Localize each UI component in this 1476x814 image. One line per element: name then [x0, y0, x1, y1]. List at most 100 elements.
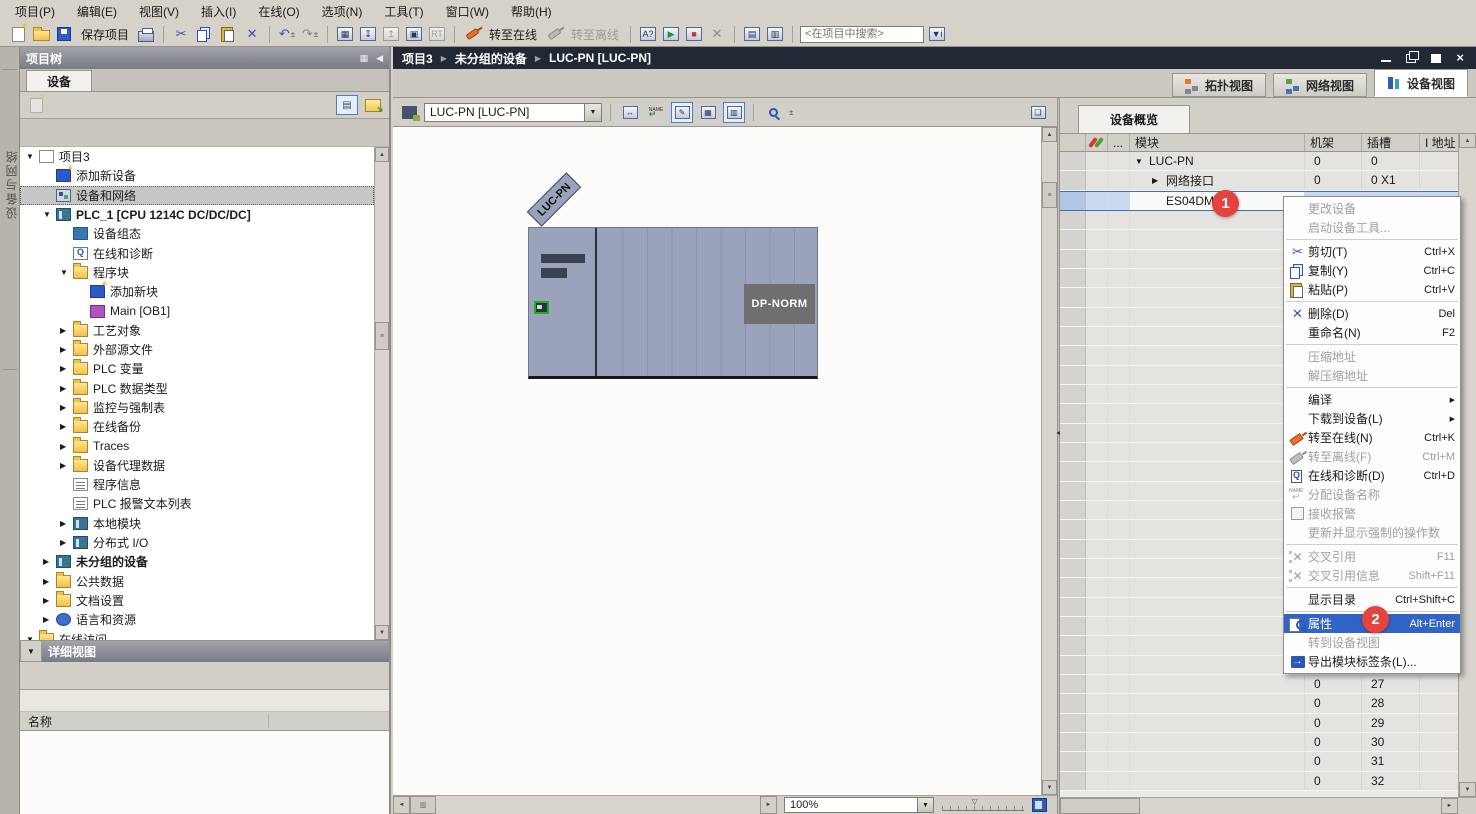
chevron-down-icon[interactable]: ▼ [20, 640, 42, 662]
device-selector[interactable]: LUC-PN [LUC-PN] ▼ [424, 103, 602, 122]
tab-device-overview[interactable]: 设备概览 [1078, 105, 1190, 133]
row-header-cell[interactable] [1060, 656, 1086, 674]
row-header-cell[interactable] [1060, 482, 1086, 500]
row-header-cell[interactable] [1060, 366, 1086, 384]
menu-item[interactable]: 在线(O) [247, 0, 310, 23]
row-header-cell[interactable] [1060, 752, 1086, 770]
context-menu-item[interactable]: 交叉引用信息 Shift+F11 [1284, 566, 1460, 585]
module-cell[interactable] [1130, 752, 1305, 770]
context-menu-item[interactable]: 更改设备 [1284, 199, 1460, 218]
module-cell[interactable] [1130, 578, 1305, 596]
context-menu-item[interactable]: 粘贴(P) Ctrl+V [1284, 280, 1460, 299]
chevron-down-icon[interactable]: ▼ [917, 798, 933, 812]
tree-item[interactable]: 添加新块 [20, 282, 374, 301]
paste-icon[interactable] [218, 24, 239, 44]
zoom-slider-thumb[interactable]: ▽ [972, 797, 978, 806]
breadcrumb-device[interactable]: LUC-PN [LUC-PN] [549, 51, 651, 65]
runtime-icon[interactable]: RT [427, 24, 447, 44]
tree-item[interactable]: 设备和网络 [20, 186, 374, 205]
canvas-vertical-scrollbar[interactable]: ▲ ≡ ▼ [1041, 127, 1057, 795]
tree-item[interactable]: ▶ 语言和资源 [20, 610, 374, 629]
module-cell[interactable] [1130, 772, 1305, 790]
module-cell[interactable] [1130, 540, 1305, 558]
zoom-slider[interactable]: ▽ [942, 799, 1024, 811]
row-header-cell[interactable] [1060, 520, 1086, 538]
module-cell[interactable] [1130, 424, 1305, 442]
module-cell[interactable] [1130, 694, 1305, 712]
tree-item[interactable]: ▼ PLC_1 [CPU 1214C DC/DC/DC] [20, 205, 374, 224]
expander-icon[interactable]: ▼ [43, 210, 56, 219]
breadcrumb-project[interactable]: 项目3 [402, 50, 433, 67]
row-header-cell[interactable] [1060, 578, 1086, 596]
expander-icon[interactable]: ▶ [60, 326, 73, 335]
expander-icon[interactable]: ▶ [60, 364, 73, 373]
row-header-cell[interactable] [1060, 772, 1086, 790]
module-slots[interactable]: DP-NORM [599, 228, 817, 376]
context-menu-item[interactable]: 转至在线(N) Ctrl+K [1284, 428, 1460, 447]
context-menu-item[interactable]: 复制(Y) Ctrl+C [1284, 261, 1460, 280]
tree-item[interactable]: 添加新设备 [20, 166, 374, 185]
expander-icon[interactable]: ▼ [60, 268, 73, 277]
row-header-cell[interactable] [1060, 675, 1086, 693]
module-cell[interactable]: ▼LUC-PN [1130, 152, 1305, 170]
module-cell[interactable] [1130, 250, 1305, 268]
tree-item[interactable]: ▶ Traces [20, 436, 374, 455]
row-header-cell[interactable] [1060, 327, 1086, 345]
undo-icon[interactable]: ↶± [277, 24, 297, 44]
new-item-icon[interactable] [25, 95, 47, 115]
go-online-icon[interactable] [462, 24, 482, 44]
expander-icon[interactable]: ▶ [60, 403, 73, 412]
tree-item[interactable]: ▶ 外部源文件 [20, 340, 374, 359]
float-editor-icon[interactable]: ❏ [1027, 102, 1049, 123]
snapshot-icon[interactable]: ▣ [404, 24, 424, 44]
stop-cpu-icon[interactable]: ■ [684, 24, 704, 44]
table-row[interactable]: 0 29 [1060, 714, 1458, 733]
zoom-icon[interactable] [762, 102, 784, 123]
table-row[interactable]: 0 27 [1060, 675, 1458, 694]
module-cell[interactable] [1130, 366, 1305, 384]
split-horizontal-icon[interactable]: ▤ [742, 24, 762, 44]
expander-icon[interactable]: ▶ [60, 422, 73, 431]
row-header-cell[interactable] [1060, 152, 1086, 170]
go-offline-icon[interactable] [544, 24, 564, 44]
scroll-down-icon[interactable]: ▼ [1459, 782, 1476, 797]
tree-item[interactable]: 设备组态 [20, 224, 374, 243]
context-menu-item[interactable]: 删除(D) Del [1284, 304, 1460, 323]
snap-grid-icon[interactable]: ▦ [697, 102, 719, 123]
module-cell[interactable] [1130, 598, 1305, 616]
menu-item[interactable]: 工具(T) [373, 0, 434, 23]
view-tab[interactable]: 拓扑视图 [1172, 73, 1266, 97]
ethernet-port-icon[interactable] [534, 301, 549, 314]
module-cell[interactable] [1130, 636, 1305, 654]
device-rack[interactable]: DP-NORM [528, 227, 818, 379]
table-row[interactable]: 0 32 [1060, 772, 1458, 791]
module-cell[interactable] [1130, 656, 1305, 674]
go-offline-button[interactable]: 转至离线 [567, 26, 623, 43]
scroll-thumb[interactable]: ≡ [375, 322, 389, 350]
address-column-header[interactable]: I 地址 [1420, 134, 1458, 151]
row-header-cell[interactable] [1060, 559, 1086, 577]
module-cell[interactable] [1130, 462, 1305, 480]
row-header-cell[interactable] [1060, 733, 1086, 751]
start-cpu-icon[interactable]: ▶ [661, 24, 681, 44]
canvas-horizontal-scrollbar[interactable]: ◄ ▥ ► [393, 796, 777, 814]
context-menu-item[interactable]: 重命名(N) F2 [1284, 323, 1460, 342]
scroll-down-icon[interactable]: ▼ [375, 625, 389, 640]
redo-icon[interactable]: ↷± [300, 24, 320, 44]
scroll-thumb[interactable] [1060, 798, 1140, 814]
module-cell[interactable] [1130, 404, 1305, 422]
menu-item[interactable]: 插入(I) [190, 0, 247, 23]
scroll-thumb[interactable]: ▥ [410, 796, 436, 814]
rail-tab-devices-networks[interactable]: 设备与网络 [3, 149, 20, 219]
scroll-up-icon[interactable]: ▲ [1042, 127, 1057, 142]
tree-item[interactable]: PLC 报警文本列表 [20, 494, 374, 513]
row-header-cell[interactable] [1060, 598, 1086, 616]
module-cell[interactable] [1130, 443, 1305, 461]
scroll-up-icon[interactable]: ▲ [1459, 133, 1476, 148]
context-menu-item[interactable]: 导出模块标签条(L)... [1284, 652, 1460, 671]
scroll-right-icon[interactable]: ► [760, 796, 777, 814]
tree-item[interactable]: 程序信息 [20, 475, 374, 494]
module-cell[interactable] [1130, 327, 1305, 345]
module-cell[interactable] [1130, 714, 1305, 732]
module-cell[interactable] [1130, 733, 1305, 751]
